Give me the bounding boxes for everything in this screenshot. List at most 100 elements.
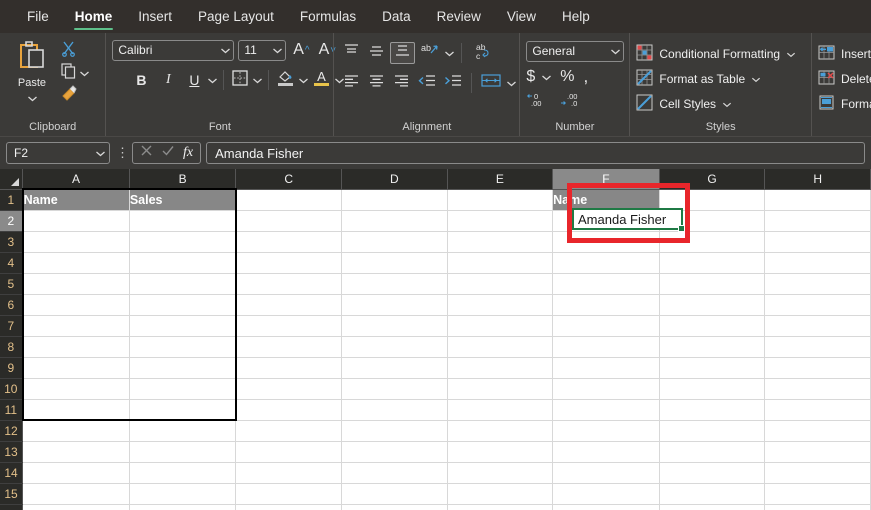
cell-d1[interactable] — [341, 189, 448, 211]
column-header-f[interactable]: F — [552, 169, 660, 190]
cell-e11[interactable] — [447, 399, 554, 421]
cell-h12[interactable] — [764, 420, 871, 442]
tab-page-layout[interactable]: Page Layout — [185, 0, 287, 33]
cell-d13[interactable] — [341, 441, 448, 463]
borders-button[interactable] — [229, 69, 251, 91]
cell-h11[interactable] — [764, 399, 871, 421]
cell-g15[interactable] — [659, 483, 766, 505]
cell-f1[interactable]: Name — [552, 189, 660, 211]
cell-a7[interactable] — [21, 315, 130, 337]
cell-e12[interactable] — [447, 420, 554, 442]
fill-color-chevron-down-icon[interactable] — [298, 77, 309, 84]
cell-d9[interactable] — [341, 357, 448, 379]
cell-c16[interactable] — [235, 504, 343, 510]
cell-e7[interactable] — [447, 315, 554, 337]
cell-b10[interactable] — [129, 378, 237, 400]
cell-e16[interactable] — [447, 504, 554, 510]
cell-a12[interactable] — [22, 420, 130, 442]
cell-d5[interactable] — [341, 273, 448, 295]
cell-d12[interactable] — [341, 420, 448, 442]
font-size-chevron-down-icon[interactable] — [272, 47, 283, 54]
cell-g10[interactable] — [659, 378, 766, 400]
cell-d6[interactable] — [341, 294, 448, 316]
cell-e15[interactable] — [447, 483, 554, 505]
font-size-combo[interactable]: 11 — [238, 39, 287, 61]
orientation-button[interactable]: ab — [417, 42, 442, 64]
cell-d3[interactable] — [341, 231, 448, 253]
increase-decimal-button[interactable]: 0 .00 — [526, 90, 550, 113]
cell-f10[interactable] — [552, 378, 660, 400]
cell-g16[interactable] — [659, 504, 766, 510]
cell-d14[interactable] — [341, 462, 448, 484]
row-header-16[interactable]: 16 — [0, 504, 24, 510]
cell-c9[interactable] — [235, 357, 343, 379]
cell-e9[interactable] — [447, 357, 554, 379]
tab-insert[interactable]: Insert — [125, 0, 185, 33]
format-as-table-chevron-down-icon[interactable] — [751, 72, 761, 86]
cell-b2[interactable] — [129, 210, 237, 232]
tab-data[interactable]: Data — [369, 0, 424, 33]
cell-b15[interactable] — [129, 483, 237, 505]
cell-c5[interactable] — [235, 273, 343, 295]
cell-f16[interactable] — [552, 504, 660, 510]
cell-d16[interactable] — [341, 504, 448, 510]
cell-h2[interactable] — [764, 210, 871, 232]
cell-e14[interactable] — [447, 462, 554, 484]
cell-f9[interactable] — [552, 357, 660, 379]
cell-f3[interactable] — [552, 231, 660, 253]
cell-b11[interactable] — [129, 399, 237, 421]
cell-e10[interactable] — [447, 378, 554, 400]
insert-cells-button[interactable]: Insert — [818, 41, 871, 66]
percent-format-button[interactable]: % — [560, 68, 574, 86]
cell-h14[interactable] — [764, 462, 871, 484]
cell-e4[interactable] — [447, 252, 554, 274]
cell-b8[interactable] — [129, 336, 237, 358]
column-header-h[interactable]: H — [764, 169, 871, 190]
align-right-button[interactable] — [390, 72, 413, 94]
cell-styles-button[interactable]: Cell Styles — [636, 91, 732, 116]
cell-h1[interactable] — [764, 189, 871, 211]
column-header-a[interactable]: A — [22, 169, 130, 190]
formula-bar-more-icon[interactable]: ⋮ — [116, 146, 129, 159]
cell-h15[interactable] — [764, 483, 871, 505]
cell-f8[interactable] — [552, 336, 660, 358]
row-header-7[interactable]: 7 — [0, 315, 24, 337]
borders-chevron-down-icon[interactable] — [252, 77, 263, 84]
conditional-formatting-button[interactable]: Conditional Formatting — [636, 41, 796, 66]
accounting-chevron-down-icon[interactable] — [541, 74, 552, 81]
merge-center-chevron-down-icon[interactable] — [506, 80, 517, 87]
cell-a5[interactable] — [21, 273, 130, 295]
increase-indent-button[interactable] — [441, 72, 465, 94]
accounting-format-button[interactable]: $ — [526, 68, 535, 86]
cell-a11[interactable] — [21, 399, 130, 421]
cell-d15[interactable] — [341, 483, 448, 505]
cell-b7[interactable] — [129, 315, 237, 337]
row-header-6[interactable]: 6 — [0, 294, 24, 316]
row-header-11[interactable]: 11 — [0, 399, 24, 421]
cell-b16[interactable] — [129, 504, 237, 510]
italic-button[interactable]: I — [155, 69, 181, 91]
cell-a10[interactable] — [21, 378, 130, 400]
cell-a4[interactable] — [21, 252, 130, 274]
align-top-button[interactable] — [340, 42, 363, 64]
cell-c15[interactable] — [235, 483, 343, 505]
insert-function-fx-icon[interactable]: fx — [183, 145, 193, 161]
copy-chevron-down-icon[interactable] — [79, 64, 90, 82]
cell-f4[interactable] — [552, 252, 660, 274]
cell-a14[interactable] — [22, 462, 130, 484]
cell-e13[interactable] — [447, 441, 554, 463]
cell-e5[interactable] — [447, 273, 554, 295]
align-left-button[interactable] — [340, 72, 363, 94]
row-header-14[interactable]: 14 — [0, 462, 24, 484]
bold-button[interactable]: B — [128, 69, 154, 91]
cell-c8[interactable] — [235, 336, 343, 358]
cell-g6[interactable] — [659, 294, 766, 316]
cell-h9[interactable] — [764, 357, 871, 379]
cell-b4[interactable] — [129, 252, 237, 274]
cell-f15[interactable] — [552, 483, 660, 505]
cell-b9[interactable] — [129, 357, 237, 379]
cell-g5[interactable] — [659, 273, 766, 295]
cell-f13[interactable] — [552, 441, 660, 463]
cell-a1[interactable]: Name — [21, 188, 130, 211]
cell-g14[interactable] — [659, 462, 766, 484]
